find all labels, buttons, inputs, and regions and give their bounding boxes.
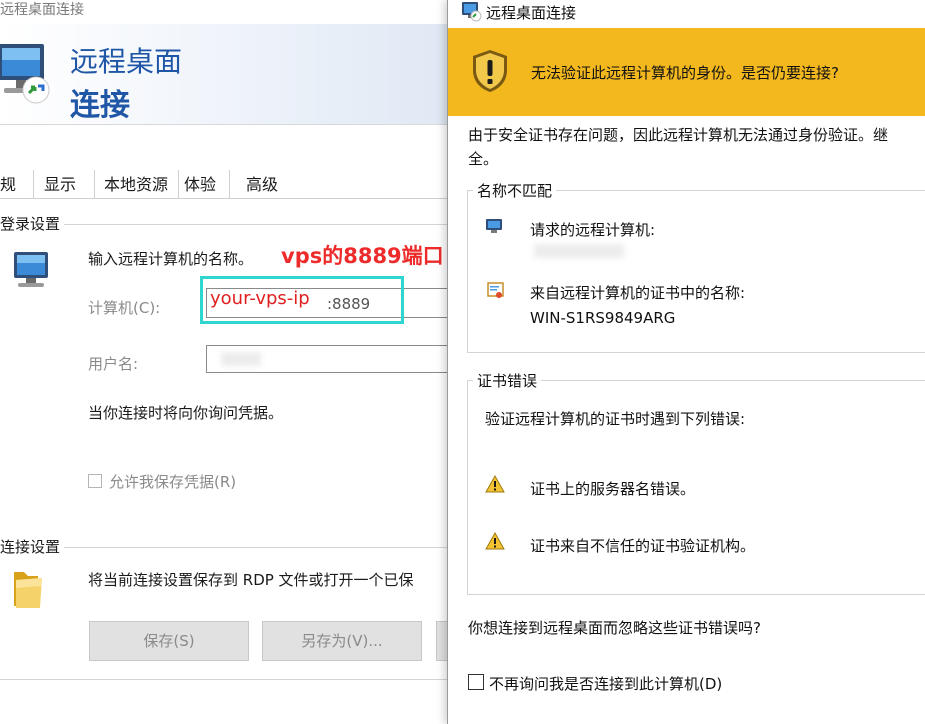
dialog-titlebar: 远程桌面连接 — [448, 0, 925, 28]
certificate-warning-dialog: 远程桌面连接 无法验证此远程计算机的身份。是否仍要连接? 由于安全证书存在问题，… — [447, 0, 925, 724]
certificate-name-value: WIN-S1RS9849ARG — [530, 309, 676, 327]
redacted-requested-computer — [534, 244, 624, 258]
ignore-errors-question: 你想连接到远程桌面而忽略这些证书错误吗? — [468, 619, 761, 637]
computer-name-prompt: 输入远程计算机的名称。 — [88, 250, 254, 268]
tab-divider — [229, 170, 230, 199]
name-mismatch-title: 名称不匹配 — [473, 180, 557, 201]
left-titlebar: 远程桌面连接 — [0, 0, 450, 18]
save-as-button[interactable]: 另存为(V)... — [262, 621, 422, 661]
warning-icon — [485, 475, 505, 493]
computer-label: 计算机(C): — [88, 299, 161, 317]
rdp-banner — [0, 24, 450, 124]
connection-group-title: 连接设置 — [0, 536, 65, 557]
connection-group-border — [0, 547, 450, 548]
folder-icon — [14, 572, 42, 608]
annotation-port-note: vps的8889端口 — [281, 244, 444, 268]
warning-banner-text: 无法验证此远程计算机的身份。是否仍要连接? — [531, 64, 839, 82]
computer-icon — [486, 219, 502, 233]
username-input[interactable] — [206, 345, 450, 373]
dialog-title: 远程桌面连接 — [486, 4, 577, 22]
name-mismatch-group — [467, 190, 925, 353]
warning-banner: 无法验证此远程计算机的身份。是否仍要连接? — [448, 28, 925, 116]
rdp-client-window: 远程桌面连接 远程桌面 连接 规 显示 本地资源 体验 高级 登录设置 输入远程… — [0, 0, 450, 724]
tab-general[interactable]: 规 — [0, 171, 16, 199]
tab-advanced[interactable]: 高级 — [246, 171, 278, 199]
credential-note: 当你连接时将向你询问凭据。 — [88, 404, 284, 422]
logon-group-border — [0, 224, 450, 225]
certificate-icon — [487, 282, 504, 298]
certificate-errors-intro: 验证远程计算机的证书时遇到下列错误: — [485, 410, 746, 428]
left-window-title: 远程桌面连接 — [0, 2, 84, 18]
tab-local-resources[interactable]: 本地资源 — [104, 171, 168, 199]
tab-experience[interactable]: 体验 — [184, 171, 216, 199]
certificate-error-1: 证书上的服务器名错误。 — [530, 480, 696, 498]
bottom-divider — [0, 679, 450, 680]
dont-ask-again-checkbox[interactable] — [468, 674, 484, 690]
requested-computer-label: 请求的远程计算机: — [530, 221, 656, 239]
username-label: 用户名: — [88, 355, 139, 373]
annotation-host-placeholder: your-vps-ip — [210, 288, 310, 309]
banner-title-line1: 远程桌面 — [70, 45, 183, 78]
certificate-errors-title: 证书错误 — [473, 370, 542, 391]
redacted-username — [221, 352, 261, 366]
certificate-name-label: 来自远程计算机的证书中的名称: — [530, 284, 746, 302]
tab-divider — [94, 170, 95, 199]
dialog-body-line2: 全。 — [468, 150, 499, 168]
dialog-body-line1: 由于安全证书存在问题，因此远程计算机无法通过身份验证。继 — [468, 126, 889, 144]
dont-ask-again-label: 不再询问我是否连接到此计算机(D) — [489, 675, 723, 693]
warning-shield-icon — [473, 50, 507, 92]
remote-desktop-icon — [462, 2, 482, 22]
certificate-error-2: 证书来自不信任的证书验证机构。 — [530, 537, 756, 555]
tab-display[interactable]: 显示 — [44, 171, 76, 199]
banner-title-line2: 连接 — [70, 88, 130, 123]
tab-strip-line — [0, 198, 450, 199]
banner-separator — [0, 124, 450, 125]
tab-divider — [33, 170, 34, 199]
save-button[interactable]: 保存(S) — [89, 621, 249, 661]
save-credentials-label: 允许我保存凭据(R) — [109, 473, 237, 491]
tab-divider — [178, 170, 179, 199]
dialog-body-text: 由于安全证书存在问题，因此远程计算机无法通过身份验证。继 全。 — [468, 123, 925, 171]
save-credentials-checkbox[interactable] — [88, 474, 102, 488]
remote-desktop-icon — [0, 44, 50, 104]
computer-monitor-icon — [14, 252, 48, 287]
logon-group-title: 登录设置 — [0, 213, 65, 234]
connection-settings-description: 将当前连接设置保存到 RDP 文件或打开一个已保 — [88, 571, 414, 589]
warning-icon — [485, 532, 505, 550]
